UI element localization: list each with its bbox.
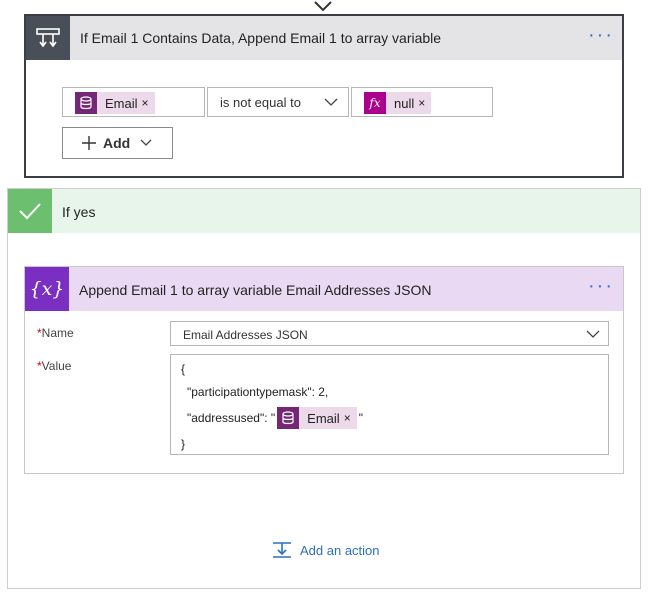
- token-label: Email: [307, 410, 340, 426]
- condition-right-operand[interactable]: fx null ×: [351, 87, 493, 117]
- name-value: Email Addresses JSON: [183, 328, 308, 342]
- check-icon: [8, 189, 52, 233]
- plus-icon: [82, 136, 96, 150]
- value-label-text: Value: [41, 359, 72, 373]
- email-token[interactable]: Email ×: [277, 407, 357, 429]
- value-line-open: {: [181, 362, 186, 376]
- add-action-icon: [273, 542, 291, 558]
- operator-dropdown[interactable]: is not equal to: [207, 87, 349, 117]
- condition-icon: [26, 16, 70, 60]
- variable-icon: {x}: [25, 267, 69, 311]
- condition-menu-button[interactable]: ···: [588, 25, 614, 45]
- if-yes-branch: If yes {x} Append Email 1 to array varia…: [7, 188, 641, 589]
- add-action-label: Add an action: [300, 542, 380, 558]
- operator-value: is not equal to: [220, 95, 301, 110]
- name-label: *Name: [37, 326, 74, 340]
- token-label: Email: [105, 95, 138, 111]
- chevron-down-icon: [586, 330, 600, 338]
- value-line-address: "addressused": " Email × ": [187, 407, 363, 429]
- add-button-label: Add: [103, 135, 131, 151]
- condition-header[interactable]: If Email 1 Contains Data, Append Email 1…: [26, 16, 622, 60]
- chevron-down-icon: [324, 98, 338, 106]
- null-token[interactable]: fx null ×: [364, 92, 432, 114]
- append-action-card: {x} Append Email 1 to array variable Ema…: [24, 266, 624, 474]
- remove-token-icon[interactable]: ×: [418, 96, 431, 110]
- value-line-close: }: [181, 437, 186, 451]
- append-action-title: Append Email 1 to array variable Email A…: [79, 282, 432, 298]
- condition-card: If Email 1 Contains Data, Append Email 1…: [24, 14, 624, 178]
- value-input[interactable]: { "participationtypemask": 2, "addressus…: [170, 354, 609, 455]
- arrow-down-icon: [314, 1, 332, 12]
- chevron-down-icon: [140, 139, 152, 146]
- condition-left-operand[interactable]: Email ×: [62, 87, 205, 117]
- email-token[interactable]: Email ×: [75, 92, 155, 114]
- if-yes-title: If yes: [62, 204, 96, 220]
- append-action-header[interactable]: {x} Append Email 1 to array variable Ema…: [25, 267, 623, 311]
- add-an-action-button[interactable]: Add an action: [272, 541, 380, 559]
- add-button[interactable]: Add: [62, 127, 173, 159]
- value-label: *Value: [37, 359, 71, 373]
- if-yes-header[interactable]: If yes: [8, 189, 640, 233]
- name-label-text: Name: [41, 326, 74, 340]
- value-line-prefix: "addressused": ": [187, 411, 276, 425]
- append-menu-button[interactable]: ···: [588, 276, 614, 296]
- token-label: null: [394, 95, 415, 111]
- remove-token-icon[interactable]: ×: [344, 411, 357, 425]
- condition-title: If Email 1 Contains Data, Append Email 1…: [80, 30, 442, 46]
- value-line-suffix: ": [358, 411, 363, 425]
- remove-token-icon[interactable]: ×: [142, 96, 155, 110]
- database-icon: [75, 92, 97, 114]
- database-icon: [277, 407, 300, 429]
- name-dropdown[interactable]: Email Addresses JSON: [170, 321, 609, 346]
- fx-icon: fx: [364, 92, 386, 114]
- value-line-participation: "participationtypemask": 2,: [187, 385, 329, 399]
